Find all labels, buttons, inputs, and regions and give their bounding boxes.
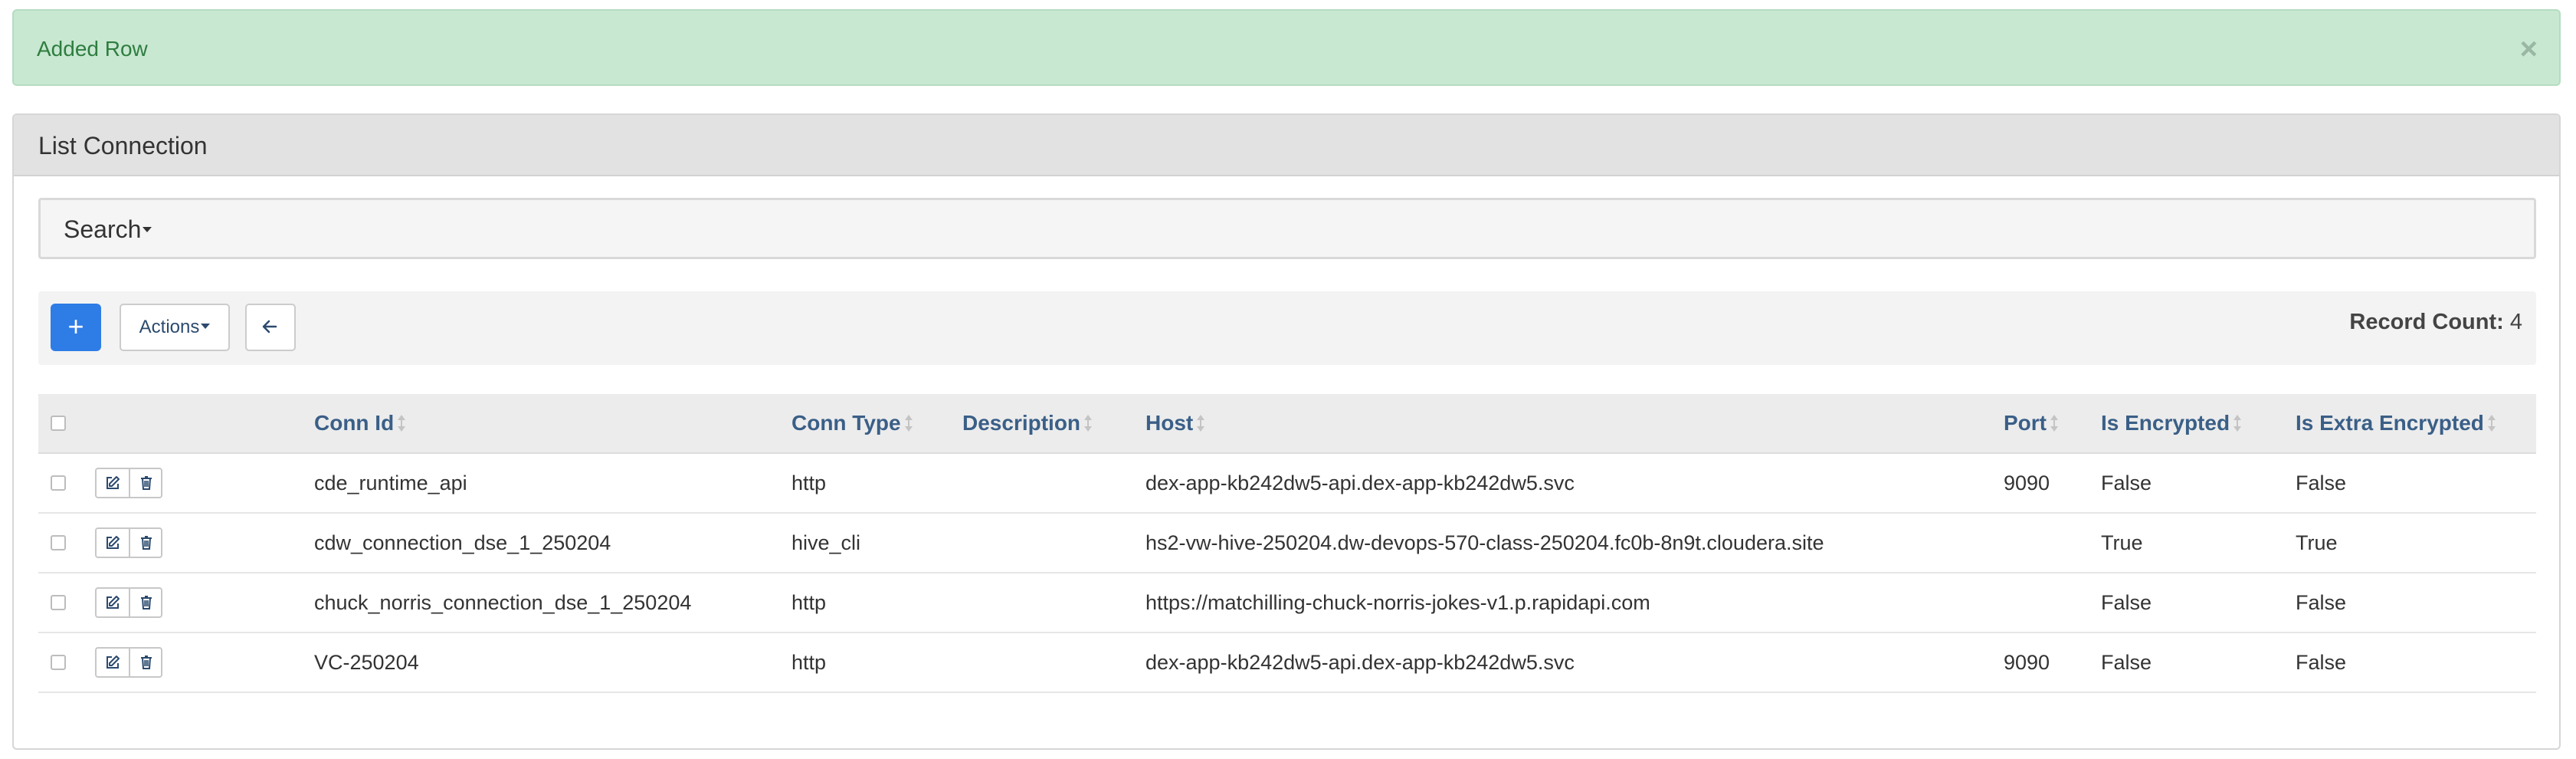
sort-icon	[1197, 414, 1205, 432]
connections-table: Conn Id Conn Type Description Host Port …	[38, 394, 2536, 693]
cell-conn-id: VC-250204	[314, 651, 419, 674]
actions-dropdown[interactable]: Actions	[120, 304, 230, 351]
table-row: VC-250204 http dex-app-kb242dw5-api.dex-…	[38, 633, 2536, 693]
column-header-conn-id[interactable]: Conn Id	[314, 394, 406, 452]
search-label: Search	[64, 215, 142, 243]
trash-icon	[141, 596, 152, 610]
cell-host: dex-app-kb242dw5-api.dex-app-kb242dw5.sv…	[1145, 651, 1575, 674]
sort-icon	[1084, 414, 1093, 432]
edit-button[interactable]	[97, 589, 130, 616]
cell-conn-type: hive_cli	[791, 531, 861, 554]
cell-host: https://matchilling-chuck-norris-jokes-v…	[1145, 591, 1650, 614]
delete-button[interactable]	[130, 649, 162, 676]
column-label: Host	[1145, 411, 1194, 435]
trash-icon	[141, 536, 152, 550]
cell-conn-type: http	[791, 651, 827, 674]
column-header-is-encrypted[interactable]: Is Encrypted	[2101, 394, 2242, 452]
toolbar: + Actions Record Count: 4	[38, 291, 2536, 365]
cell-conn-id: cde_runtime_api	[314, 472, 467, 495]
table-row: chuck_norris_connection_dse_1_250204 htt…	[38, 573, 2536, 633]
cell-is-encrypted: False	[2101, 651, 2152, 674]
row-action-group	[95, 647, 162, 678]
add-button[interactable]: +	[51, 304, 101, 351]
cell-host: dex-app-kb242dw5-api.dex-app-kb242dw5.sv…	[1145, 472, 1575, 495]
back-button[interactable]	[245, 304, 296, 351]
search-bar: Search	[38, 198, 2536, 259]
edit-button[interactable]	[97, 649, 130, 676]
column-header-port[interactable]: Port	[2004, 394, 2059, 452]
column-label: Description	[962, 411, 1081, 435]
cell-conn-id: chuck_norris_connection_dse_1_250204	[314, 591, 692, 614]
sort-icon	[398, 414, 406, 432]
list-connection-panel: List Connection Search + Actions Record …	[12, 113, 2561, 750]
record-count: Record Count: 4	[2349, 310, 2522, 335]
delete-button[interactable]	[130, 469, 162, 497]
row-checkbox[interactable]	[51, 475, 66, 491]
sort-icon	[2487, 414, 2496, 432]
cell-is-extra-encrypted: False	[2296, 651, 2347, 674]
sort-icon	[2050, 414, 2058, 432]
success-alert: Added Row ×	[12, 9, 2561, 86]
sort-icon	[904, 414, 913, 432]
select-all-checkbox[interactable]	[51, 416, 66, 431]
column-header-conn-type[interactable]: Conn Type	[791, 394, 913, 452]
cell-conn-type: http	[791, 591, 827, 614]
cell-port: 9090	[2004, 472, 2050, 495]
caret-down-icon	[201, 324, 211, 330]
caret-down-icon	[143, 227, 152, 233]
row-checkbox[interactable]	[51, 535, 66, 550]
record-count-value: 4	[2509, 310, 2522, 334]
column-label: Port	[2004, 411, 2047, 435]
edit-icon	[107, 536, 120, 549]
cell-is-extra-encrypted: False	[2296, 591, 2347, 614]
alert-message: Added Row	[37, 37, 148, 61]
column-header-description[interactable]: Description	[962, 394, 1093, 452]
edit-icon	[107, 656, 120, 669]
cell-is-extra-encrypted: True	[2296, 531, 2338, 554]
edit-icon	[107, 596, 120, 609]
trash-icon	[141, 656, 152, 669]
record-count-label: Record Count:	[2349, 310, 2504, 334]
page-title: List Connection	[38, 132, 208, 159]
table-row: cdw_connection_dse_1_250204 hive_cli hs2…	[38, 514, 2536, 573]
cell-conn-type: http	[791, 472, 827, 495]
column-header-is-extra-encrypted[interactable]: Is Extra Encrypted	[2296, 394, 2496, 452]
column-header-host[interactable]: Host	[1145, 394, 1205, 452]
table-header: Conn Id Conn Type Description Host Port …	[38, 394, 2536, 454]
close-icon[interactable]: ×	[2520, 34, 2538, 64]
trash-icon	[141, 476, 152, 490]
row-action-group	[95, 468, 162, 498]
search-toggle[interactable]: Search	[64, 215, 152, 244]
column-label: Conn Type	[791, 411, 901, 435]
delete-button[interactable]	[130, 589, 162, 616]
actions-label: Actions	[139, 317, 200, 337]
cell-conn-id: cdw_connection_dse_1_250204	[314, 531, 611, 554]
edit-button[interactable]	[97, 469, 130, 497]
cell-host: hs2-vw-hive-250204.dw-devops-570-class-2…	[1145, 531, 1824, 554]
column-label: Is Extra Encrypted	[2296, 411, 2484, 435]
column-label: Conn Id	[314, 411, 395, 435]
edit-icon	[107, 476, 120, 489]
cell-is-extra-encrypted: False	[2296, 472, 2347, 495]
row-action-group	[95, 587, 162, 618]
row-checkbox[interactable]	[51, 655, 66, 670]
sort-icon	[2234, 414, 2242, 432]
table-row: cde_runtime_api http dex-app-kb242dw5-ap…	[38, 454, 2536, 514]
row-action-group	[95, 527, 162, 558]
column-label: Is Encrypted	[2101, 411, 2230, 435]
edit-button[interactable]	[97, 529, 130, 557]
cell-is-encrypted: True	[2101, 531, 2143, 554]
delete-button[interactable]	[130, 529, 162, 557]
row-checkbox[interactable]	[51, 595, 66, 610]
cell-is-encrypted: False	[2101, 591, 2152, 614]
cell-port: 9090	[2004, 651, 2050, 674]
panel-heading: List Connection	[14, 115, 2559, 176]
cell-is-encrypted: False	[2101, 472, 2152, 495]
arrow-left-icon	[262, 320, 277, 334]
